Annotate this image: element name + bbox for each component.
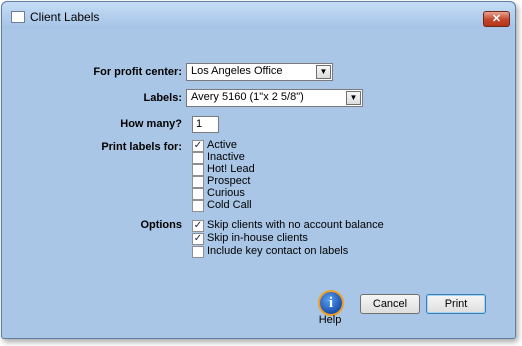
help-label[interactable]: Help bbox=[314, 314, 346, 326]
check-icon[interactable]: ✓ bbox=[192, 220, 204, 232]
profit-center-label: For profit center: bbox=[93, 66, 182, 78]
client-labels-window: Client Labels ✕ bbox=[1, 1, 516, 339]
options-label: Options bbox=[140, 219, 182, 231]
check-icon[interactable]: ✓ bbox=[192, 140, 204, 152]
title-bar: Client Labels ✕ bbox=[2, 2, 515, 28]
chevron-down-icon[interactable]: ▼ bbox=[346, 91, 361, 105]
labels-label: Labels: bbox=[143, 92, 182, 104]
labels-value: Avery 5160 (1"x 2 5/8") bbox=[191, 91, 304, 103]
how-many-input[interactable]: 1 bbox=[192, 116, 219, 133]
how-many-label: How many? bbox=[120, 118, 182, 130]
check-icon[interactable]: ✓ bbox=[192, 233, 204, 245]
window-icon bbox=[11, 11, 25, 23]
how-many-value: 1 bbox=[196, 118, 203, 130]
close-button[interactable]: ✕ bbox=[483, 11, 510, 27]
profit-center-select[interactable]: Los Angeles Office ▼ bbox=[186, 63, 333, 81]
profit-center-value: Los Angeles Office bbox=[191, 65, 283, 77]
window-title: Client Labels bbox=[30, 10, 100, 24]
cancel-button[interactable]: Cancel bbox=[360, 294, 420, 314]
help-icon[interactable]: i bbox=[318, 290, 344, 316]
labels-select[interactable]: Avery 5160 (1"x 2 5/8") ▼ bbox=[186, 89, 363, 107]
print-labels-for-label: Print labels for: bbox=[101, 141, 182, 153]
print-button[interactable]: Print bbox=[426, 294, 486, 314]
chevron-down-icon[interactable]: ▼ bbox=[316, 65, 331, 79]
